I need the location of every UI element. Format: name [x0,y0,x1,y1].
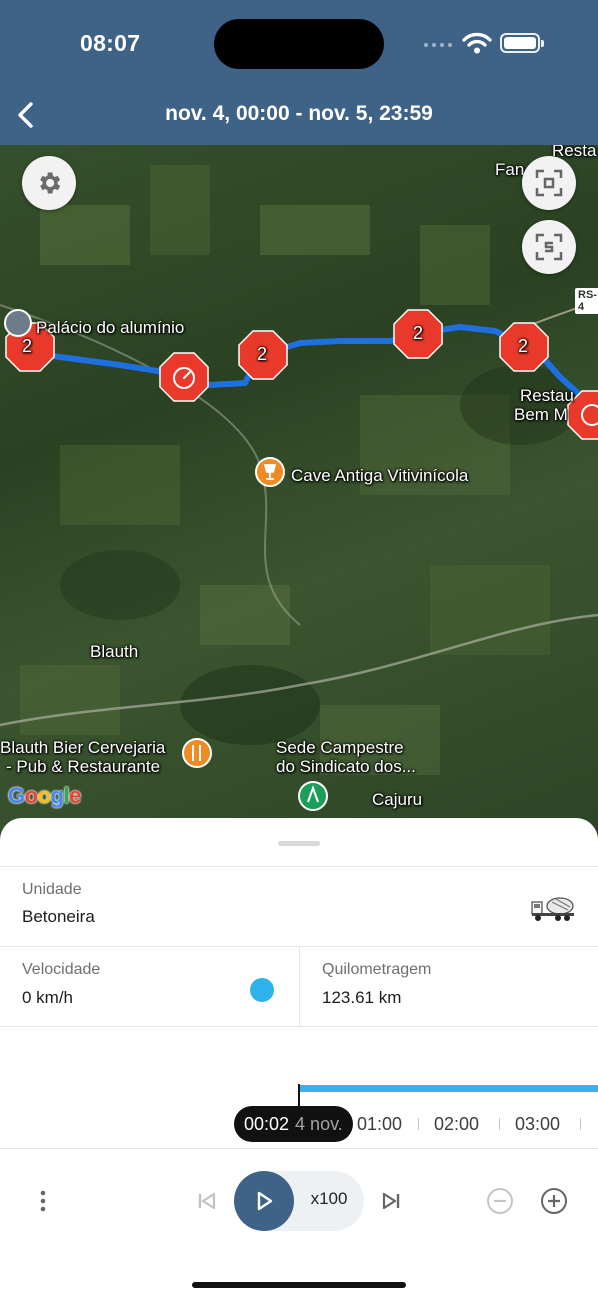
snapshot-button[interactable] [522,220,576,274]
more-vertical-icon [40,1190,46,1212]
odometer-label: Quilometragem [322,961,432,978]
unit-label: Unidade [22,881,82,898]
map-label-cave: Cave Antiga Vitivinícola [291,466,469,485]
timeline-tick: 02:00 [434,1114,480,1134]
skip-previous-icon [198,1192,216,1210]
speed-label: Velocidade [22,961,101,978]
cluster-count: 2 [518,336,529,356]
timeline-track[interactable] [300,1085,598,1092]
fit-route-button[interactable] [522,156,576,210]
tick-divider [418,1118,419,1130]
speed-value: 0 km/h [22,988,74,1007]
timeline-tick: 03:00 [515,1114,561,1134]
odometer-value: 123.61 km [322,988,402,1007]
details-sheet: Unidade Betoneira Velocidade 0 km/h Quil… [0,818,598,1300]
restaurant-pin-icon[interactable] [182,738,212,768]
divider [0,1026,598,1027]
cellular-signal-icon [424,43,452,47]
app-header: 08:07 nov. 4, 00:00 - nov. 5, 23:59 [0,0,598,145]
map-label-blauth-bier-sub: - Pub & Restaurante [6,757,161,776]
zoom-out-button[interactable] [485,1186,515,1216]
zoom-in-button[interactable] [539,1186,569,1216]
plus-circle-icon [541,1188,567,1214]
skip-previous-button[interactable] [194,1188,220,1214]
current-date: 4 nov. [295,1113,343,1134]
battery-icon [500,33,544,53]
map-label-cajuru: Cajuru [372,790,423,809]
road-badge: RS-4 [575,288,598,314]
map-label-sede-sub: do Sindicato dos... [276,757,416,776]
scan-icon [535,233,563,261]
map-label-sede: Sede Campestre [276,738,404,757]
date-range-title[interactable]: nov. 4, 00:00 - nov. 5, 23:59 [0,102,598,126]
more-options-button[interactable] [30,1188,56,1214]
current-time-pill: 00:02 4 nov. [234,1106,353,1142]
timeline-tick: 01:00 [357,1114,403,1134]
settings-button[interactable] [22,156,76,210]
map-label-blauth-bier: Blauth Bier Cervejaria [0,738,166,757]
play-icon [257,1191,273,1211]
home-indicator [192,1282,406,1288]
unit-value: Betoneira [22,907,95,926]
minus-circle-icon [487,1188,513,1214]
map-label-palacio: Palácio do alumínio [36,318,185,337]
google-logo: Google [8,783,81,808]
tick-divider [580,1118,581,1130]
skip-next-icon [382,1192,400,1210]
divider [0,866,598,867]
map-label-resta-right: Restau [520,386,574,405]
play-button[interactable] [234,1171,294,1231]
motion-status-dot [250,978,274,1002]
cluster-count: 2 [22,336,33,356]
current-time: 00:02 [244,1113,290,1134]
timeline-cursor[interactable] [298,1084,300,1106]
divider [299,947,300,1026]
playback-speed-button[interactable]: x100 [298,1189,360,1209]
divider [0,1148,598,1149]
sheet-drag-handle[interactable] [278,841,320,846]
route-map[interactable]: 2 2 2 2 Palácio do alumínio Cave Antiga … [0,145,598,845]
map-label-resta-right-sub: Bem M [514,405,568,424]
cluster-count: 2 [257,344,268,364]
status-time: 08:07 [80,30,141,56]
tick-divider [499,1118,500,1130]
concrete-mixer-truck-icon [531,897,574,921]
focus-frame-icon [535,169,563,197]
park-pin-icon[interactable] [298,781,328,811]
map-label-blauth: Blauth [90,642,139,661]
speed-event-marker[interactable] [159,352,209,402]
place-pin-icon[interactable] [4,309,32,337]
skip-next-button[interactable] [378,1188,404,1214]
dynamic-island [214,19,384,69]
cluster-count: 2 [413,323,424,343]
wifi-icon [462,32,492,54]
winery-pin-icon[interactable] [255,457,285,487]
gear-icon [40,172,61,194]
